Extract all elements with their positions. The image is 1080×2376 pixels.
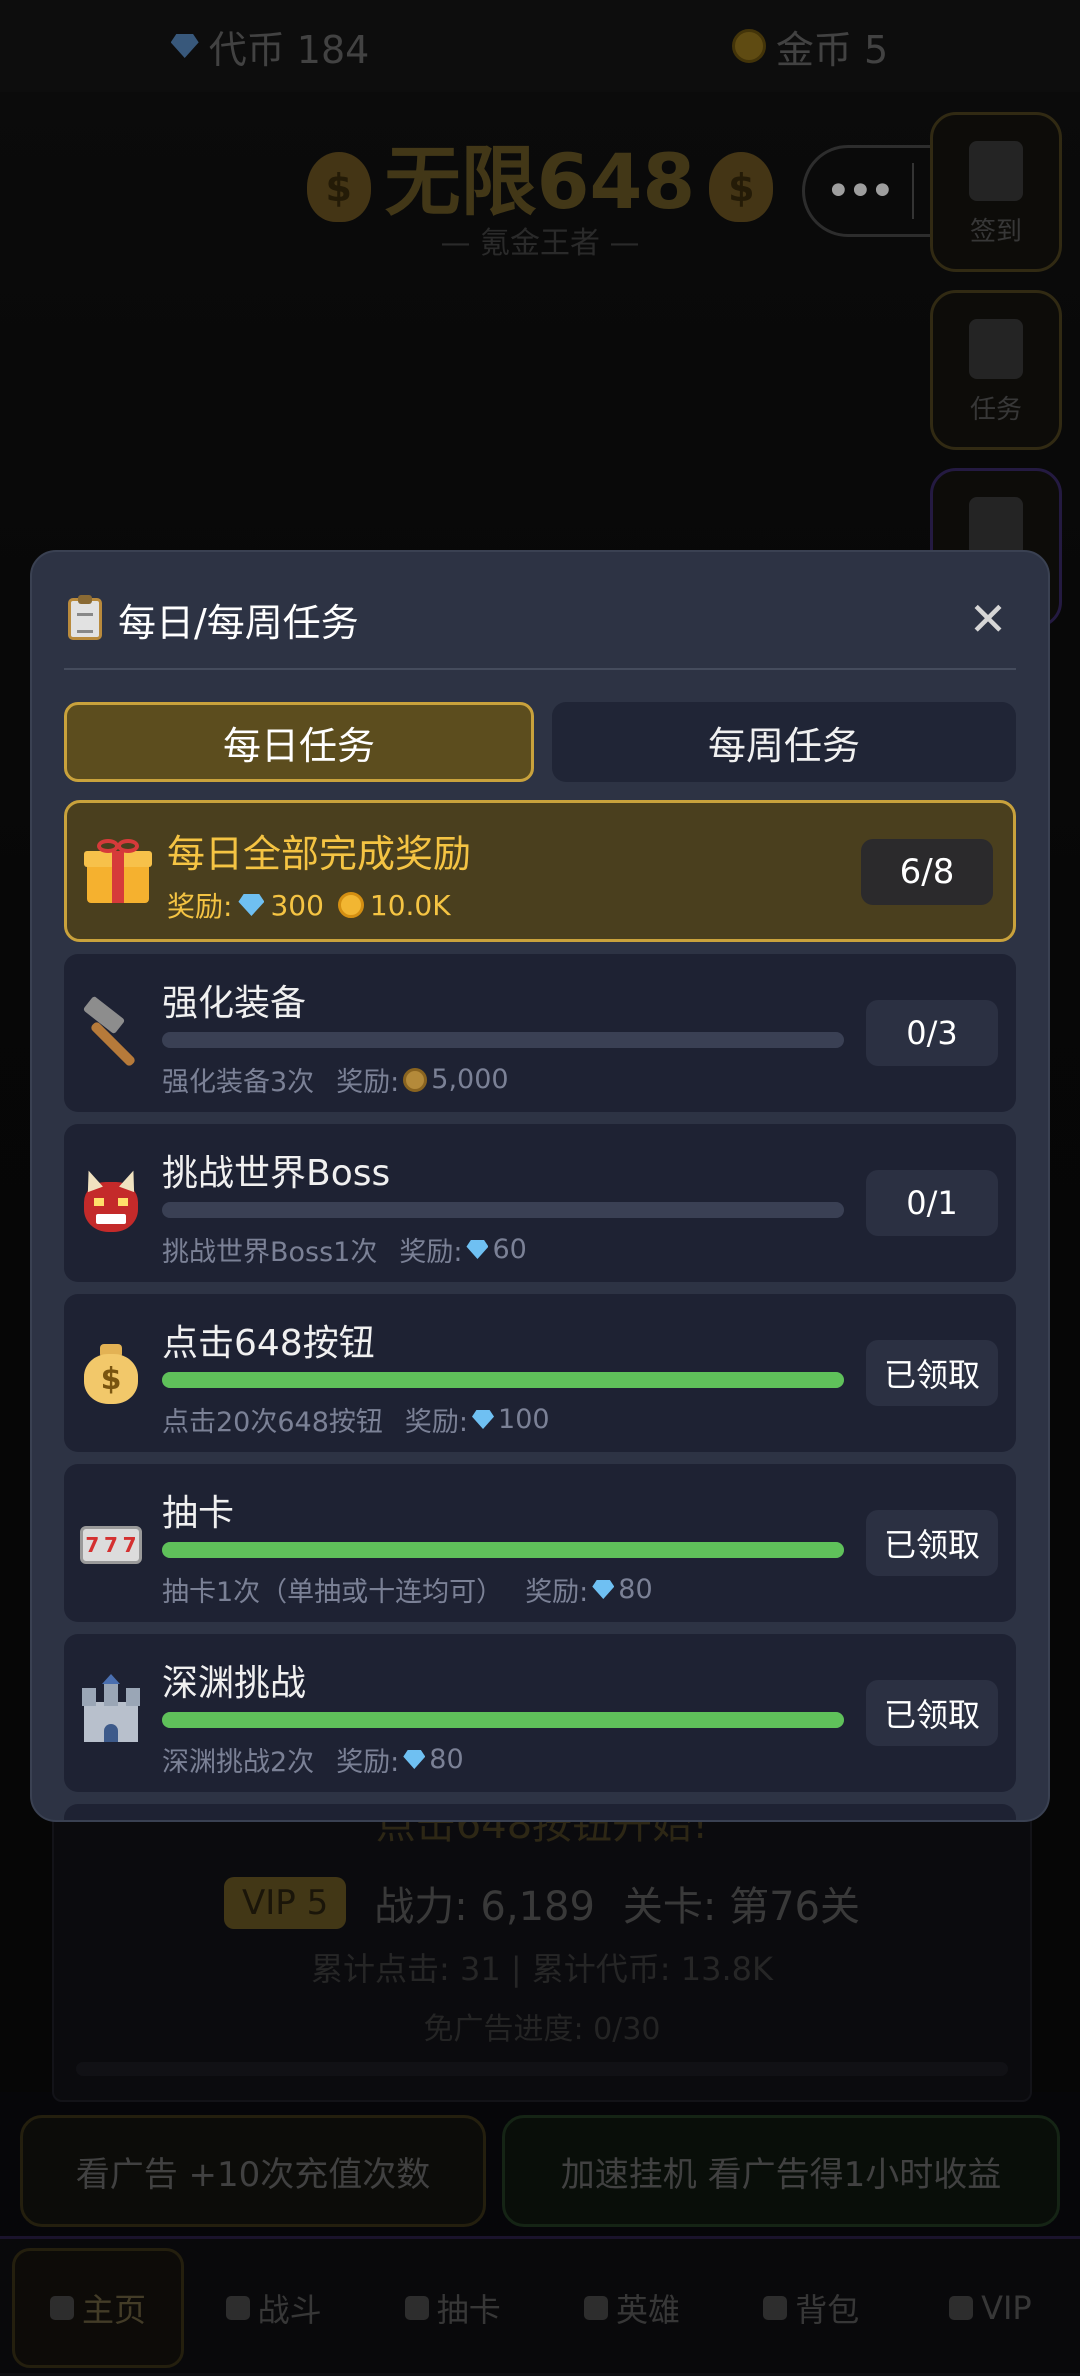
task-status-button[interactable]: 已领取 <box>866 1340 998 1406</box>
task-description: 挑战世界Boss1次 奖励: 60 <box>162 1234 527 1268</box>
task-card: 深渊挑战 深渊挑战2次 奖励: 80 已领取 <box>64 1634 1016 1792</box>
task-name: 抽卡 <box>162 1493 235 1534</box>
castle-icon <box>78 1674 144 1746</box>
bonus-coins: 10.0K <box>369 888 451 922</box>
task-list[interactable]: 每日全部完成奖励 奖励: 300 10.0K 6/8 强化装备 强化装备3次 奖励… <box>64 800 1016 1820</box>
task-card: $ 点击648按钮 点击20次648按钮 奖励: 100 已领取 <box>64 1294 1016 1452</box>
bonus-gems: 300 <box>270 888 324 922</box>
money-bag-icon: $ <box>78 1340 144 1406</box>
task-progress-bar <box>162 1372 844 1388</box>
task-description: 强化装备3次 奖励: 5,000 <box>162 1064 509 1098</box>
task-name: 深渊挑战 <box>162 1663 307 1704</box>
bonus-title: 每日全部完成奖励 <box>167 832 472 876</box>
task-status-button[interactable]: 已领取 <box>866 1510 998 1576</box>
bonus-reward: 奖励: 300 10.0K <box>167 888 451 924</box>
task-progress-bar <box>162 1712 844 1728</box>
clipboard-icon <box>68 595 102 640</box>
gem-icon <box>238 894 265 916</box>
slot-machine-icon: 777 <box>78 1510 144 1576</box>
tab-daily[interactable]: 每日任务 <box>64 702 534 782</box>
close-button[interactable]: ✕ <box>964 592 1012 646</box>
task-name: 点击648按钮 <box>162 1323 375 1364</box>
task-progress-bar <box>162 1542 844 1558</box>
task-status-button[interactable]: 0/1 <box>866 1170 998 1236</box>
task-progress-bar <box>162 1202 844 1218</box>
task-name: 挑战世界Boss <box>162 1153 391 1194</box>
bonus-progress: 6/8 <box>861 839 993 905</box>
task-card: 强化装备 强化装备3次 奖励: 5,000 0/3 <box>64 954 1016 1112</box>
gem-icon <box>403 1750 426 1769</box>
modal-header: 每日/每周任务 ✕ <box>68 588 1012 650</box>
modal-title: 每日/每周任务 <box>118 600 359 645</box>
task-card: 777 抽卡 抽卡1次（单抽或十连均可） 奖励: 80 已领取 <box>64 1464 1016 1622</box>
gift-icon <box>84 839 152 903</box>
task-description: 点击20次648按钮 奖励: 100 <box>162 1404 550 1438</box>
tab-weekly[interactable]: 每周任务 <box>552 702 1016 782</box>
task-progress-bar <box>162 1032 844 1048</box>
task-description: 深渊挑战2次 奖励: 80 <box>162 1744 464 1778</box>
task-description: 抽卡1次（单抽或十连均可） 奖励: 80 <box>162 1574 653 1608</box>
hammer-icon <box>78 995 144 1068</box>
divider <box>64 668 1016 670</box>
task-status-button[interactable]: 已领取 <box>866 1680 998 1746</box>
task-card-partial <box>64 1804 1016 1820</box>
coin-icon <box>403 1067 428 1092</box>
coin-icon <box>337 892 364 918</box>
gem-icon <box>592 1580 615 1599</box>
daily-bonus-card: 每日全部完成奖励 奖励: 300 10.0K 6/8 <box>64 800 1016 942</box>
task-card: 挑战世界Boss 挑战世界Boss1次 奖励: 60 0/1 <box>64 1124 1016 1282</box>
demon-icon <box>78 1167 144 1236</box>
task-tabs: 每日任务 每周任务 <box>64 702 1016 782</box>
task-status-button[interactable]: 0/3 <box>866 1000 998 1066</box>
task-modal: 每日/每周任务 ✕ 每日任务 每周任务 每日全部完成奖励 奖励: 300 10.… <box>30 550 1050 1822</box>
gem-icon <box>472 1410 495 1429</box>
gem-icon <box>466 1240 489 1259</box>
task-name: 强化装备 <box>162 983 307 1024</box>
